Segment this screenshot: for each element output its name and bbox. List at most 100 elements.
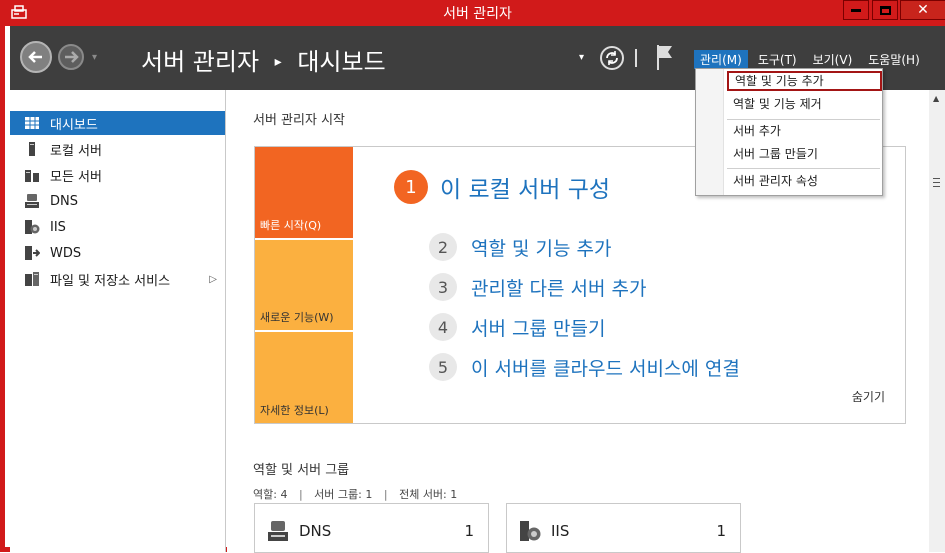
- history-dropdown-icon[interactable]: ▾: [92, 52, 97, 63]
- wds-icon: [25, 246, 40, 260]
- forward-button[interactable]: [58, 44, 84, 70]
- step-link[interactable]: 이 로컬 서버 구성: [440, 170, 610, 204]
- step-link[interactable]: 관리할 다른 서버 추가: [471, 274, 646, 301]
- hide-link[interactable]: 숨기기: [852, 388, 885, 405]
- dashboard-icon: [25, 117, 39, 129]
- minimize-icon: [851, 8, 861, 12]
- roles-title: 역할 및 서버 그룹: [253, 463, 350, 478]
- vertical-scrollbar[interactable]: ▲: [929, 90, 945, 552]
- breadcrumb-root[interactable]: 서버 관리자: [141, 48, 259, 76]
- sidebar-item-label: 로컬 서버: [50, 143, 102, 159]
- step-add-roles[interactable]: 2 역할 및 기능 추가: [429, 233, 611, 261]
- step-create-group[interactable]: 4 서버 그룹 만들기: [429, 313, 605, 341]
- menu-item-remove-roles[interactable]: 역할 및 기능 제거: [724, 95, 882, 115]
- step-configure-local-server[interactable]: 1 이 로컬 서버 구성: [394, 170, 610, 204]
- sidebar-item-label: WDS: [50, 245, 82, 261]
- menu-tools[interactable]: 도구(T): [752, 50, 803, 69]
- forward-arrow-icon: [65, 51, 79, 63]
- step-link[interactable]: 서버 그룹 만들기: [471, 314, 605, 341]
- sidebar-item-label: 파일 및 저장소 서비스: [50, 273, 171, 289]
- close-icon: ✕: [917, 2, 929, 18]
- window-title: 서버 관리자: [443, 6, 512, 22]
- header-divider: [635, 49, 637, 67]
- step-add-servers[interactable]: 3 관리할 다른 서버 추가: [429, 273, 646, 301]
- step-connect-cloud[interactable]: 5 이 서버를 클라우드 서비스에 연결: [429, 353, 740, 381]
- notifications-flag-icon[interactable]: [655, 43, 675, 71]
- sidebar-item-all-servers[interactable]: 모든 서버: [10, 163, 225, 187]
- refresh-icon: [606, 51, 618, 65]
- total-servers-count: 전체 서버: 1: [399, 488, 458, 501]
- breadcrumb-current: 대시보드: [297, 48, 386, 76]
- sidebar-item-local-server[interactable]: 로컬 서버: [10, 137, 225, 161]
- menu-item-properties[interactable]: 서버 관리자 속성: [724, 172, 882, 192]
- menu-help[interactable]: 도움말(H): [862, 50, 926, 69]
- menu-item-add-servers[interactable]: 서버 추가: [724, 122, 882, 142]
- role-card-count: 1: [716, 522, 726, 540]
- scroll-thumb-grip-icon[interactable]: [933, 178, 940, 187]
- step-number: 4: [429, 313, 457, 341]
- role-card-iis[interactable]: IIS 1: [506, 503, 741, 553]
- sidebar-item-label: 대시보드: [50, 117, 98, 133]
- step-number: 5: [429, 353, 457, 381]
- refresh-button[interactable]: [600, 46, 624, 70]
- expand-arrow-icon[interactable]: ▷: [209, 274, 217, 285]
- summary-divider: |: [298, 488, 303, 501]
- tile-learn-more[interactable]: 자세한 정보(L): [255, 332, 353, 423]
- sidebar-item-label: IIS: [50, 219, 66, 235]
- role-card-name: DNS: [299, 522, 332, 540]
- servers-icon: [25, 170, 39, 182]
- iis-icon: [25, 220, 40, 234]
- title-bar: 서버 관리자 ✕: [5, 0, 945, 26]
- step-link[interactable]: 이 서버를 클라우드 서비스에 연결: [471, 354, 740, 381]
- sidebar-item-label: 모든 서버: [50, 169, 102, 185]
- sidebar: 대시보드 로컬 서버 모든 서버 DNS IIS WDS 파일 및 저장소 서비…: [10, 90, 226, 552]
- role-card-dns[interactable]: DNS 1: [254, 503, 489, 553]
- dns-icon: [268, 521, 288, 541]
- tile-quick-start[interactable]: 빠른 시작(Q): [255, 147, 353, 238]
- tile-learn-more-label: 자세한 정보(L): [260, 404, 329, 417]
- sidebar-item-wds[interactable]: WDS: [10, 241, 225, 265]
- server-manager-window: 서버 관리자 ✕ ▾ 서버 관리자 ▸ 대시보드 ▾ 관리(M) 도구(T) 보…: [0, 0, 945, 553]
- menu-view[interactable]: 보기(V): [807, 50, 859, 69]
- tile-whats-new[interactable]: 새로운 기능(W): [255, 240, 353, 330]
- menu-item-add-roles[interactable]: 역할 및 기능 추가: [727, 71, 882, 91]
- back-button[interactable]: [20, 41, 52, 73]
- sidebar-item-dashboard[interactable]: 대시보드: [10, 111, 225, 135]
- role-card-name: IIS: [551, 522, 570, 540]
- menu-gutter: [696, 69, 724, 195]
- iis-icon: [520, 521, 541, 541]
- menu-item-create-server-group[interactable]: 서버 그룹 만들기: [724, 145, 882, 165]
- tile-quick-start-label: 빠른 시작(Q): [260, 219, 322, 232]
- minimize-button[interactable]: [843, 0, 869, 20]
- roles-count: 역할: 4: [253, 488, 288, 501]
- menu-manage[interactable]: 관리(M): [694, 50, 748, 69]
- scroll-up-icon[interactable]: ▲: [933, 94, 939, 103]
- sidebar-item-iis[interactable]: IIS: [10, 215, 225, 239]
- server-icon: [29, 142, 35, 156]
- tile-whats-new-label: 새로운 기능(W): [260, 311, 334, 324]
- dns-icon: [25, 194, 39, 208]
- breadcrumb: 서버 관리자 ▸ 대시보드: [141, 42, 386, 77]
- step-number: 2: [429, 233, 457, 261]
- close-button[interactable]: ✕: [900, 0, 945, 20]
- menu-separator: [727, 168, 880, 169]
- welcome-title: 서버 관리자 시작: [253, 113, 345, 128]
- step-link[interactable]: 역할 및 기능 추가: [471, 234, 611, 261]
- maximize-button[interactable]: [872, 0, 898, 20]
- file-storage-icon: [25, 272, 39, 286]
- maximize-icon: [879, 5, 891, 15]
- menu-bar: 관리(M) 도구(T) 보기(V) 도움말(H): [694, 50, 930, 69]
- sidebar-item-label: DNS: [50, 193, 78, 209]
- step-number: 1: [394, 170, 428, 204]
- role-card-count: 1: [464, 522, 474, 540]
- breadcrumb-dropdown-icon[interactable]: ▾: [579, 52, 584, 63]
- sidebar-item-file-storage[interactable]: 파일 및 저장소 서비스 ▷: [10, 267, 225, 291]
- step-number: 3: [429, 273, 457, 301]
- groups-count: 서버 그룹: 1: [314, 488, 373, 501]
- back-arrow-icon: [28, 51, 42, 63]
- sidebar-item-dns[interactable]: DNS: [10, 189, 225, 213]
- roles-summary: 역할: 4 | 서버 그룹: 1 | 전체 서버: 1: [253, 486, 457, 502]
- summary-divider: |: [383, 488, 388, 501]
- breadcrumb-separator-icon: ▸: [274, 54, 282, 70]
- menu-separator: [727, 119, 880, 120]
